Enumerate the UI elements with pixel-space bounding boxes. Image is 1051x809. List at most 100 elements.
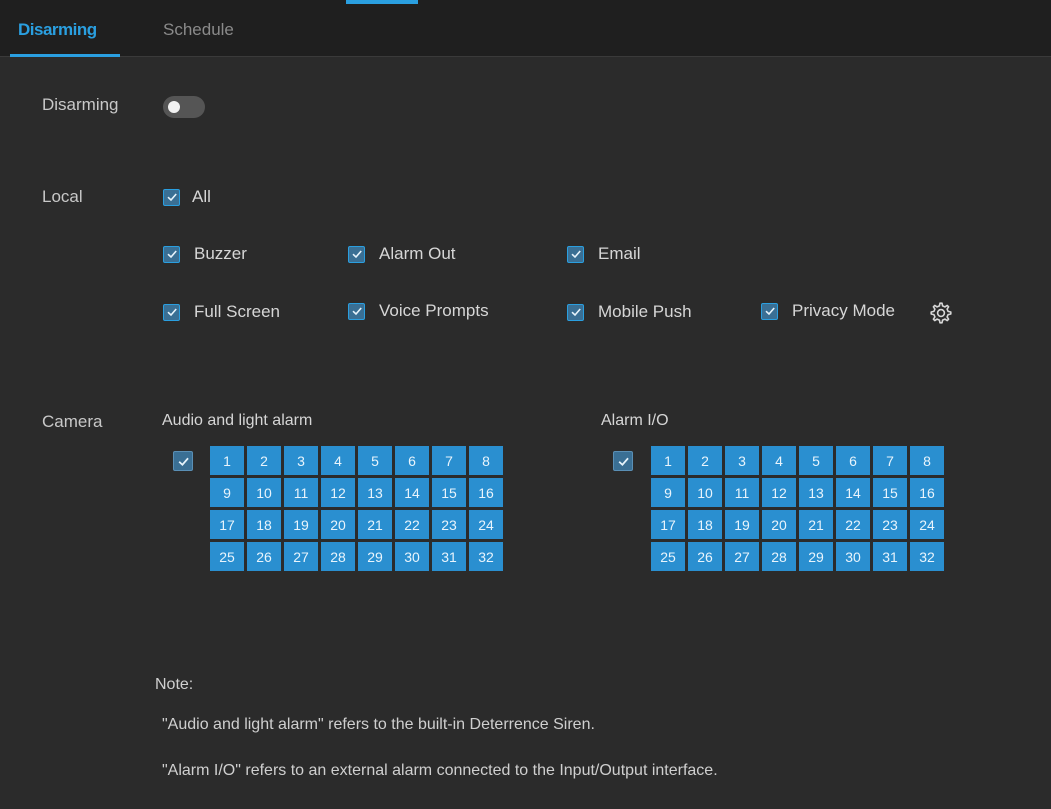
channel-button[interactable]: 9 <box>210 478 244 507</box>
channel-button[interactable]: 25 <box>651 542 685 571</box>
channel-button[interactable]: 15 <box>432 478 466 507</box>
channel-button[interactable]: 14 <box>395 478 429 507</box>
alarm-io-all-checkbox[interactable] <box>613 451 633 471</box>
channel-button[interactable]: 23 <box>873 510 907 539</box>
channel-button[interactable]: 28 <box>762 542 796 571</box>
channel-button[interactable]: 3 <box>284 446 318 475</box>
privacy-mode-label: Privacy Mode <box>792 301 895 320</box>
channel-button[interactable]: 26 <box>688 542 722 571</box>
channel-button[interactable]: 20 <box>321 510 355 539</box>
channel-button[interactable]: 22 <box>836 510 870 539</box>
channel-button[interactable]: 16 <box>469 478 503 507</box>
checkbox-icon <box>567 245 584 263</box>
camera-label: Camera <box>42 412 103 431</box>
channel-button[interactable]: 13 <box>799 478 833 507</box>
full-screen-checkbox[interactable]: Full Screen <box>163 302 280 322</box>
channel-button[interactable]: 17 <box>210 510 244 539</box>
channel-button[interactable]: 30 <box>395 542 429 571</box>
channel-button[interactable]: 25 <box>210 542 244 571</box>
channel-button[interactable]: 20 <box>762 510 796 539</box>
active-tab-underline <box>10 54 120 57</box>
channel-button[interactable]: 31 <box>873 542 907 571</box>
channel-button[interactable]: 21 <box>799 510 833 539</box>
channel-button[interactable]: 18 <box>247 510 281 539</box>
channel-button[interactable]: 10 <box>247 478 281 507</box>
channel-button[interactable]: 22 <box>395 510 429 539</box>
channel-button[interactable]: 24 <box>469 510 503 539</box>
buzzer-checkbox[interactable]: Buzzer <box>163 244 247 264</box>
channel-button[interactable]: 19 <box>725 510 759 539</box>
channel-button[interactable]: 1 <box>210 446 244 475</box>
channel-button[interactable]: 12 <box>762 478 796 507</box>
channel-button[interactable]: 31 <box>432 542 466 571</box>
local-all-label: All <box>192 187 211 206</box>
channel-button[interactable]: 1 <box>651 446 685 475</box>
channel-button[interactable]: 17 <box>651 510 685 539</box>
channel-button[interactable]: 4 <box>321 446 355 475</box>
channel-button[interactable]: 12 <box>321 478 355 507</box>
checkbox-icon <box>348 302 365 320</box>
alarm-out-label: Alarm Out <box>379 244 456 263</box>
alarm-io-title: Alarm I/O <box>601 412 669 429</box>
channel-button[interactable]: 18 <box>688 510 722 539</box>
full-screen-label: Full Screen <box>194 302 280 321</box>
checkbox-icon <box>761 302 778 320</box>
channel-button[interactable]: 7 <box>432 446 466 475</box>
channel-button[interactable]: 15 <box>873 478 907 507</box>
channel-button[interactable]: 13 <box>358 478 392 507</box>
channel-button[interactable]: 5 <box>358 446 392 475</box>
buzzer-label: Buzzer <box>194 244 247 263</box>
mobile-push-label: Mobile Push <box>598 302 692 321</box>
checkbox-icon <box>348 245 365 263</box>
channel-button[interactable]: 8 <box>469 446 503 475</box>
note-line-1: "Audio and light alarm" refers to the bu… <box>162 716 595 733</box>
mobile-push-checkbox[interactable]: Mobile Push <box>567 302 692 322</box>
channel-button[interactable]: 26 <box>247 542 281 571</box>
channel-button[interactable]: 5 <box>799 446 833 475</box>
channel-button[interactable]: 8 <box>910 446 944 475</box>
tab-disarming[interactable]: Disarming <box>18 20 97 40</box>
channel-button[interactable]: 30 <box>836 542 870 571</box>
audio-light-alarm-all-checkbox[interactable] <box>173 451 193 471</box>
channel-button[interactable]: 10 <box>688 478 722 507</box>
channel-button[interactable]: 28 <box>321 542 355 571</box>
audio-light-alarm-title: Audio and light alarm <box>162 412 313 429</box>
privacy-mode-checkbox[interactable]: Privacy Mode <box>761 301 895 321</box>
voice-prompts-label: Voice Prompts <box>379 301 489 320</box>
channel-button[interactable]: 29 <box>799 542 833 571</box>
channel-button[interactable]: 4 <box>762 446 796 475</box>
gear-icon[interactable] <box>929 301 953 325</box>
email-checkbox[interactable]: Email <box>567 244 641 264</box>
email-label: Email <box>598 244 641 263</box>
channel-button[interactable]: 11 <box>284 478 318 507</box>
channel-button[interactable]: 6 <box>395 446 429 475</box>
channel-button[interactable]: 2 <box>247 446 281 475</box>
disarming-toggle[interactable] <box>163 96 205 118</box>
channel-button[interactable]: 24 <box>910 510 944 539</box>
voice-prompts-checkbox[interactable]: Voice Prompts <box>348 301 489 321</box>
channel-button[interactable]: 29 <box>358 542 392 571</box>
channel-button[interactable]: 16 <box>910 478 944 507</box>
channel-button[interactable]: 27 <box>284 542 318 571</box>
checkbox-icon <box>163 303 180 321</box>
channel-button[interactable]: 19 <box>284 510 318 539</box>
channel-button[interactable]: 2 <box>688 446 722 475</box>
channel-button[interactable]: 11 <box>725 478 759 507</box>
channel-button[interactable]: 6 <box>836 446 870 475</box>
checkbox-icon <box>567 303 584 321</box>
channel-button[interactable]: 9 <box>651 478 685 507</box>
toggle-knob <box>168 101 180 113</box>
channel-button[interactable]: 32 <box>910 542 944 571</box>
disarming-label: Disarming <box>42 95 119 114</box>
channel-button[interactable]: 23 <box>432 510 466 539</box>
tab-bar: Disarming Schedule <box>0 0 1051 57</box>
alarm-out-checkbox[interactable]: Alarm Out <box>348 244 456 264</box>
channel-button[interactable]: 7 <box>873 446 907 475</box>
local-all-checkbox[interactable]: All <box>163 187 211 207</box>
tab-schedule[interactable]: Schedule <box>163 20 234 40</box>
channel-button[interactable]: 32 <box>469 542 503 571</box>
channel-button[interactable]: 27 <box>725 542 759 571</box>
channel-button[interactable]: 14 <box>836 478 870 507</box>
channel-button[interactable]: 3 <box>725 446 759 475</box>
channel-button[interactable]: 21 <box>358 510 392 539</box>
